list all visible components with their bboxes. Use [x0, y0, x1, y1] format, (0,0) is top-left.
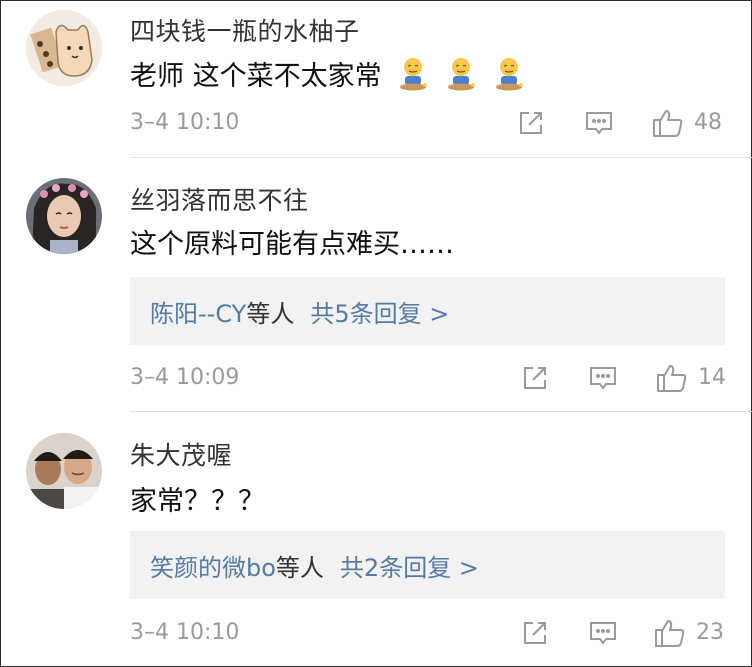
username[interactable]: 朱大茂喔 — [130, 436, 232, 472]
reply-users-link[interactable]: 笑颜的微bo — [150, 548, 276, 583]
timestamp: 3–4 10:10 — [130, 110, 240, 135]
comment-text-body: 老师 这个菜不太家常 — [130, 61, 382, 92]
comment-meta-row: 3–4 10:10 48 — [0, 108, 752, 142]
comment-text-body: 家常？？？ — [130, 486, 265, 517]
comment-text: 老师 这个菜不太家常 — [130, 54, 524, 93]
comment-text: 家常？？？ — [130, 479, 265, 518]
avatar-cat-drawing-icon — [26, 10, 102, 86]
comment-icon[interactable] — [588, 363, 618, 393]
thumbs-up-icon[interactable] — [656, 363, 687, 393]
reply-preview[interactable]: 笑颜的微bo 等人 共2条回复 > — [130, 531, 725, 599]
timestamp: 3–4 10:10 — [130, 620, 240, 645]
comment-meta-row: 3–4 10:10 23 — [0, 618, 752, 652]
thumbs-up-icon[interactable] — [652, 108, 683, 138]
username[interactable]: 丝羽落而思不往 — [130, 181, 309, 217]
share-icon[interactable] — [516, 108, 546, 138]
share-icon[interactable] — [520, 363, 550, 393]
reply-users-suffix: 等人 — [275, 553, 324, 582]
reply-users-suffix: 等人 — [246, 299, 295, 328]
reply-users-link[interactable]: 陈阳--CY — [150, 294, 246, 329]
view-replies-link[interactable]: 共5条回复 > — [310, 294, 449, 329]
like-count: 14 — [698, 365, 726, 390]
comment-meta-row: 3–4 10:09 14 — [0, 363, 752, 397]
comment-icon[interactable] — [588, 618, 618, 648]
divider — [130, 411, 752, 412]
avatar[interactable] — [26, 10, 102, 86]
like-count: 48 — [694, 110, 722, 135]
avatar-portrait-icon — [26, 178, 102, 254]
avatar-photo-icon — [26, 433, 102, 509]
thumbs-up-icon[interactable] — [654, 618, 685, 648]
like-count: 23 — [696, 620, 724, 645]
comment-text-body: 这个原料可能有点难买…… — [130, 229, 454, 260]
meditating-emoji-icon — [446, 57, 476, 91]
reply-preview[interactable]: 陈阳--CY 等人 共5条回复 > — [130, 277, 725, 345]
meditating-emoji-icon — [494, 57, 524, 91]
timestamp: 3–4 10:09 — [130, 365, 240, 390]
comment-text: 这个原料可能有点难买…… — [130, 222, 454, 261]
username[interactable]: 四块钱一瓶的水柚子 — [130, 12, 360, 48]
view-replies-link[interactable]: 共2条回复 > — [340, 548, 479, 583]
share-icon[interactable] — [520, 618, 550, 648]
meditating-emoji-icon — [398, 57, 428, 91]
avatar[interactable] — [26, 178, 102, 254]
divider — [130, 157, 752, 158]
comment-icon[interactable] — [584, 108, 614, 138]
avatar[interactable] — [26, 433, 102, 509]
